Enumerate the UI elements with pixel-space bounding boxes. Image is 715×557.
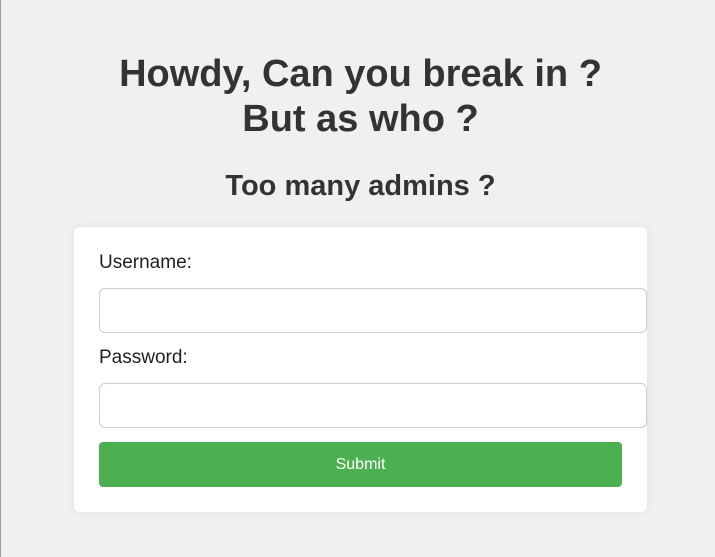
submit-button[interactable]: Submit (99, 442, 622, 487)
login-form: Username: Password: Submit (74, 227, 647, 512)
login-page: Howdy, Can you break in ? But as who ? T… (1, 0, 715, 557)
username-input[interactable] (99, 288, 647, 333)
page-title: Howdy, Can you break in ? But as who ? (1, 52, 715, 142)
page-title-line-2: But as who ? (242, 98, 479, 140)
password-input[interactable] (99, 383, 647, 428)
password-label: Password: (99, 347, 188, 368)
username-label: Username: (99, 252, 192, 273)
page-title-line-1: Howdy, Can you break in ? (119, 53, 602, 95)
page-subtitle: Too many admins ? (225, 170, 496, 202)
